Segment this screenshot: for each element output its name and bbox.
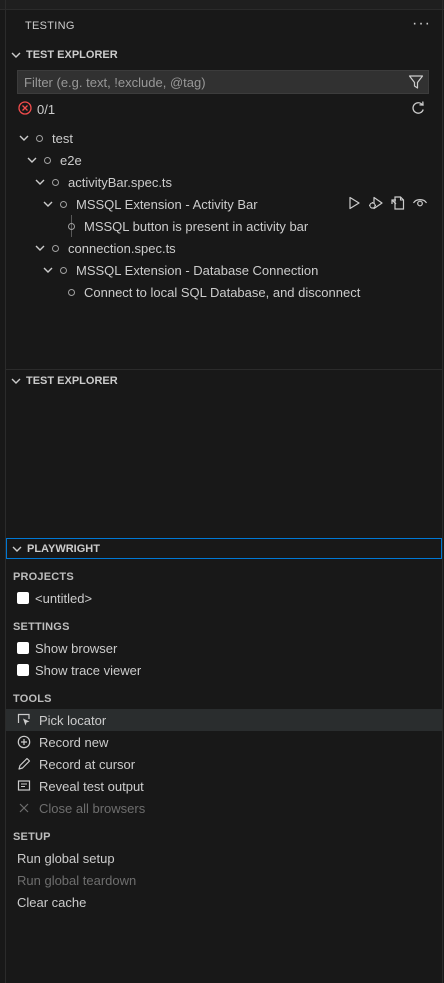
chevron-down-icon [24, 152, 40, 168]
tool-label: Close all browsers [39, 800, 146, 816]
section-title: TEST EXPLORER [26, 49, 118, 61]
setting-label: Show browser [35, 640, 118, 656]
go-to-test-icon[interactable] [390, 195, 406, 214]
tree-item-label: MSSQL Extension - Activity Bar [76, 196, 258, 212]
tools-group-label: TOOLS [13, 693, 52, 705]
pick-locator-icon [16, 712, 32, 728]
tree-item-label: connection.spec.ts [68, 240, 176, 256]
chevron-down-icon [32, 240, 48, 256]
tree-item-connection-spec[interactable]: connection.spec.ts [6, 237, 444, 259]
checkbox[interactable] [17, 592, 29, 604]
tool-record-at-cursor[interactable]: Record at cursor [6, 753, 442, 775]
not-run-icon [68, 222, 75, 230]
tree-item-mssql-button-test[interactable]: MSSQL button is present in activity bar [6, 215, 444, 237]
chevron-down-icon [6, 375, 26, 387]
chevron-down-icon [7, 543, 27, 555]
debug-test-icon[interactable] [368, 195, 384, 214]
not-run-icon [60, 200, 67, 208]
setup-label: Clear cache [17, 894, 87, 910]
tree-item-label: test [52, 130, 73, 146]
tool-pick-locator[interactable]: Pick locator [6, 709, 442, 731]
playwright-header[interactable]: PLAYWRIGHT [6, 538, 442, 559]
projects-group-label: PROJECTS [13, 571, 74, 583]
refresh-icon[interactable] [410, 100, 426, 119]
chevron-down-icon [32, 174, 48, 190]
tree-item-activitybar-spec[interactable]: activityBar.spec.ts [6, 171, 444, 193]
panel-title: TESTING [25, 20, 75, 32]
tool-close-all-browsers[interactable]: Close all browsers [6, 797, 442, 819]
filter-input[interactable] [24, 74, 394, 90]
setup-run-global-setup[interactable]: Run global setup [6, 847, 444, 869]
tree-item-label: MSSQL Extension - Database Connection [76, 262, 319, 278]
checkbox[interactable] [17, 642, 29, 654]
section-title: PLAYWRIGHT [27, 542, 100, 555]
test-explorer-header-2[interactable]: TEST EXPLORER [6, 370, 442, 392]
chevron-down-icon [40, 196, 56, 212]
not-run-icon [36, 134, 43, 142]
setting-label: Show trace viewer [35, 662, 142, 678]
not-run-icon [68, 288, 75, 296]
tool-label: Record at cursor [39, 756, 136, 772]
tree-item-database-connection-suite[interactable]: MSSQL Extension - Database Connection [6, 259, 444, 281]
chevron-down-icon [6, 49, 26, 61]
testing-sidebar: TESTING ··· TEST EXPLORER 0/1 test e2e [0, 0, 444, 983]
project-untitled[interactable]: <untitled> [6, 587, 442, 609]
setup-group-label: SETUP [13, 831, 51, 843]
setting-show-trace-viewer[interactable]: Show trace viewer [6, 659, 442, 681]
project-label: <untitled> [35, 590, 93, 606]
settings-group-label: SETTINGS [13, 621, 70, 633]
section-title: TEST EXPLORER [26, 375, 118, 387]
top-bar [0, 0, 444, 10]
tree-item-e2e[interactable]: e2e [6, 149, 444, 171]
filter-icon[interactable] [408, 74, 424, 93]
tool-reveal-test-output[interactable]: Reveal test output [6, 775, 442, 797]
row-actions [346, 195, 428, 214]
result-count: 0/1 [37, 102, 56, 117]
tree-item-label: MSSQL button is present in activity bar [84, 218, 309, 234]
checkbox[interactable] [17, 664, 29, 676]
not-run-icon [60, 266, 67, 274]
error-icon [18, 101, 32, 118]
pencil-icon [16, 756, 32, 772]
tree-item-connect-test[interactable]: Connect to local SQL Database, and disco… [6, 281, 444, 303]
filter-box[interactable] [17, 70, 429, 94]
setup-clear-cache[interactable]: Clear cache [6, 891, 444, 913]
chevron-down-icon [16, 130, 32, 146]
test-explorer-header[interactable]: TEST EXPLORER [6, 44, 442, 66]
close-icon [16, 800, 32, 816]
add-circle-icon [16, 734, 32, 750]
setup-label: Run global setup [17, 850, 115, 866]
run-test-icon[interactable] [346, 195, 362, 214]
tree-item-label: Connect to local SQL Database, and disco… [84, 284, 361, 300]
tree-item-label: e2e [60, 152, 82, 168]
setup-run-global-teardown[interactable]: Run global teardown [6, 869, 444, 891]
setup-label: Run global teardown [17, 872, 137, 888]
tree-item-test[interactable]: test [6, 127, 444, 149]
tool-label: Reveal test output [39, 778, 144, 794]
tool-record-new[interactable]: Record new [6, 731, 442, 753]
tool-label: Record new [39, 734, 109, 750]
tool-label: Pick locator [39, 712, 107, 728]
eye-icon[interactable] [412, 195, 428, 214]
output-icon [16, 778, 32, 794]
setting-show-browser[interactable]: Show browser [6, 637, 442, 659]
not-run-icon [52, 244, 59, 252]
not-run-icon [44, 156, 51, 164]
chevron-down-icon [40, 262, 56, 278]
test-result-summary: 0/1 [18, 101, 55, 118]
ellipsis-icon[interactable]: ··· [412, 15, 431, 33]
not-run-icon [52, 178, 59, 186]
tree-item-label: activityBar.spec.ts [68, 174, 173, 190]
